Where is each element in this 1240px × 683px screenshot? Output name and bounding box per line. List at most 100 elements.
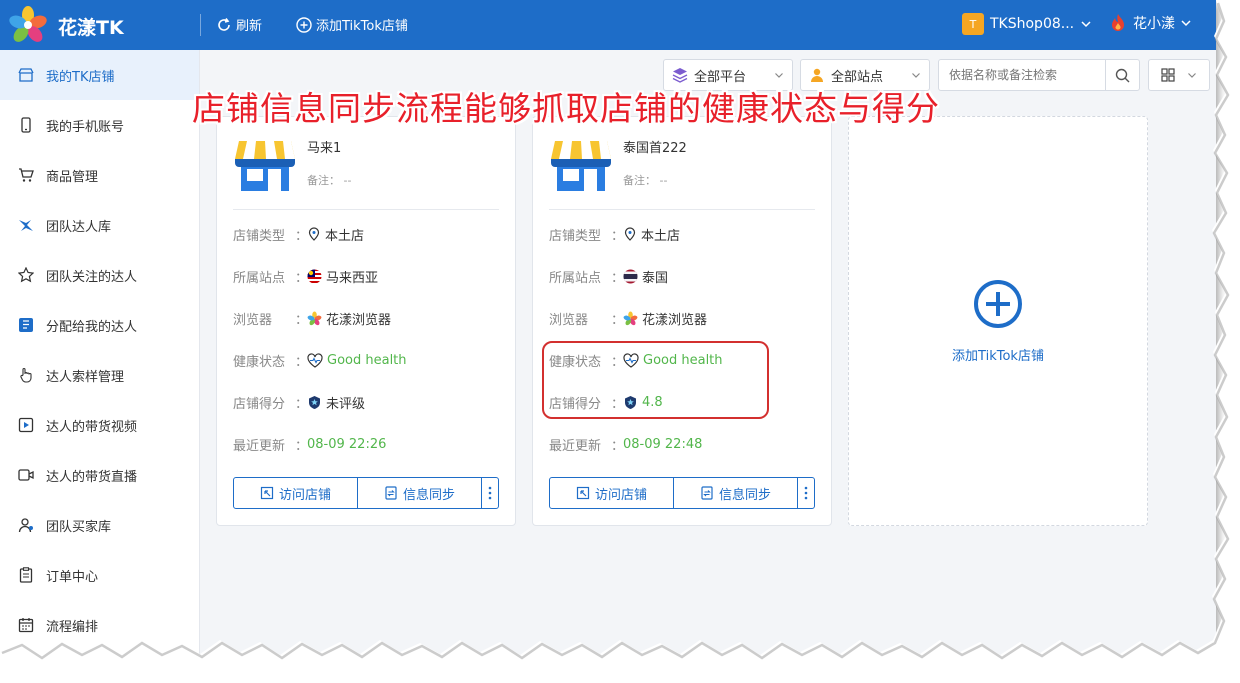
more-vertical-icon (804, 486, 808, 500)
shop-note: 备注： -- (307, 174, 352, 187)
search-button[interactable] (1105, 60, 1139, 90)
shop-site-value: 马来西亚 (326, 270, 379, 286)
sidebar-item-team-buyers[interactable]: 团队买家库 (0, 500, 199, 550)
shop-actions: 访问店铺 信息同步 (549, 477, 815, 509)
shop-browser-row: 浏览器： 花漾浏览器 (233, 308, 391, 328)
toolbar-divider (200, 14, 201, 36)
open-external-icon (260, 486, 274, 500)
chevron-down-icon (775, 73, 783, 78)
sidebar-item-label: 流程编排 (46, 619, 99, 635)
shop-site-row: 所属站点： 泰国 (549, 266, 668, 286)
shop-type-value: 本土店 (641, 228, 681, 244)
shop-score-value: 未评级 (326, 396, 366, 412)
shop-updated-value: 08-09 22:48 (623, 436, 703, 452)
view-mode-toggle[interactable] (1148, 59, 1210, 91)
assign-icon (19, 318, 33, 332)
shop-actions: 访问店铺 信息同步 (233, 477, 499, 509)
annotation-highlight-box (542, 341, 769, 419)
add-shop-toolbar-button[interactable]: 添加TikTok店铺 (296, 15, 408, 34)
shop-browser-value: 花漾浏览器 (642, 312, 708, 328)
sidebar-item-label: 商品管理 (46, 169, 99, 185)
sidebar-item-team-creators[interactable]: 团队达人库 (0, 200, 199, 250)
video-icon (18, 417, 34, 433)
shop-updated-row: 最近更新： 08-09 22:48 (549, 436, 703, 454)
star-icon (18, 267, 34, 283)
storefront-icon (235, 141, 295, 191)
user-name: 花小漾 (1133, 16, 1175, 32)
sidebar-item-label: 我的TK店铺 (46, 69, 115, 85)
sidebar-item-assigned-creators[interactable]: 分配给我的达人 (0, 300, 199, 350)
location-pin-icon (308, 227, 320, 241)
shop-type-value: 本土店 (325, 228, 365, 244)
sync-icon (385, 486, 397, 500)
sidebar-item-label: 达人的带货视频 (46, 419, 138, 435)
shop-card: 马来1 备注： -- 店铺类型： 本土店 所属站点： 马来西亚 浏览器： 花漾浏… (216, 116, 516, 526)
sidebar-item-label: 团队达人库 (46, 219, 112, 235)
user-menu[interactable]: 花小漾 (1108, 13, 1192, 33)
store-icon (18, 68, 34, 82)
refresh-label: 刷新 (236, 19, 263, 34)
refresh-button[interactable]: 刷新 (216, 15, 262, 34)
search-input[interactable] (939, 60, 1104, 90)
divider (233, 209, 499, 210)
add-shop-card[interactable]: 添加TikTok店铺 (848, 116, 1148, 526)
sidebar-item-followed-creators[interactable]: 团队关注的达人 (0, 250, 199, 300)
shop-type-row: 店铺类型： 本土店 (549, 224, 680, 244)
malaysia-flag-icon (307, 269, 322, 283)
creator-icon (19, 220, 33, 231)
sidebar-item-my-tk-shops[interactable]: 我的TK店铺 (0, 50, 199, 100)
add-shop-card-label: 添加TikTok店铺 (952, 349, 1044, 364)
sidebar-item-orders[interactable]: 订单中心 (0, 550, 199, 600)
heart-pulse-icon (307, 352, 323, 368)
sync-icon (701, 486, 713, 500)
sidebar-item-label: 订单中心 (46, 569, 99, 585)
shop-type-row: 店铺类型： 本土店 (233, 224, 364, 244)
cart-icon (19, 168, 34, 182)
current-shop-selector[interactable]: T TKShop08... (962, 13, 1092, 35)
storefront-icon (551, 141, 611, 191)
sidebar: 我的TK店铺 我的手机账号 商品管理 团队达人库 团队关注的达人 分配给我的达人… (0, 50, 200, 660)
sidebar-item-sample-requests[interactable]: 达人索样管理 (0, 350, 199, 400)
browser-logo-icon (623, 311, 638, 325)
shop-browser-value: 花漾浏览器 (326, 312, 392, 328)
app-logo-icon (9, 6, 47, 42)
search-icon (1115, 68, 1130, 82)
shop-name: 泰国首222 (623, 141, 687, 156)
open-external-icon (576, 486, 590, 500)
app-title: 花漾TK (58, 17, 124, 39)
sidebar-item-creator-videos[interactable]: 达人的带货视频 (0, 400, 199, 450)
shop-name: 马来1 (307, 141, 342, 156)
shop-card: 泰国首222 备注： -- 店铺类型： 本土店 所属站点： 泰国 浏览器： 花漾… (532, 116, 832, 526)
sidebar-item-phone-accounts[interactable]: 我的手机账号 (0, 100, 199, 150)
shop-site-row: 所属站点： 马来西亚 (233, 266, 378, 286)
top-bar: 花漾TK 刷新 添加TikTok店铺 T TKShop08... 花小漾 (0, 0, 1216, 50)
divider (549, 209, 815, 210)
grid-icon (1161, 68, 1175, 82)
calendar-icon (18, 618, 34, 633)
visit-shop-button[interactable]: 访问店铺 (550, 478, 674, 508)
shop-score-row: 店铺得分： 未评级 (233, 392, 365, 412)
sidebar-item-creator-lives[interactable]: 达人的带货直播 (0, 450, 199, 500)
visit-shop-button[interactable]: 访问店铺 (234, 478, 358, 508)
more-actions-button[interactable] (482, 478, 498, 508)
shop-site-value: 泰国 (642, 270, 669, 286)
plus-circle-icon (974, 280, 1022, 328)
more-vertical-icon (488, 486, 492, 500)
live-icon (18, 469, 34, 481)
shop-updated-value: 08-09 22:26 (307, 436, 387, 452)
sync-info-button[interactable]: 信息同步 (358, 478, 482, 508)
sidebar-item-workflow[interactable]: 流程编排 (0, 600, 199, 650)
browser-logo-icon (307, 311, 322, 325)
refresh-icon (218, 17, 230, 31)
sync-info-button[interactable]: 信息同步 (674, 478, 798, 508)
sidebar-item-label: 达人索样管理 (46, 369, 125, 385)
sidebar-item-products[interactable]: 商品管理 (0, 150, 199, 200)
app-window: 花漾TK 刷新 添加TikTok店铺 T TKShop08... 花小漾 我的T… (0, 0, 1216, 660)
sidebar-item-label: 达人的带货直播 (46, 469, 138, 485)
flame-icon (1112, 14, 1124, 31)
shop-health-value: Good health (327, 352, 407, 368)
user-pin-icon (811, 68, 823, 82)
plus-circle-icon (296, 16, 312, 33)
more-actions-button[interactable] (798, 478, 814, 508)
layers-icon (672, 68, 688, 83)
